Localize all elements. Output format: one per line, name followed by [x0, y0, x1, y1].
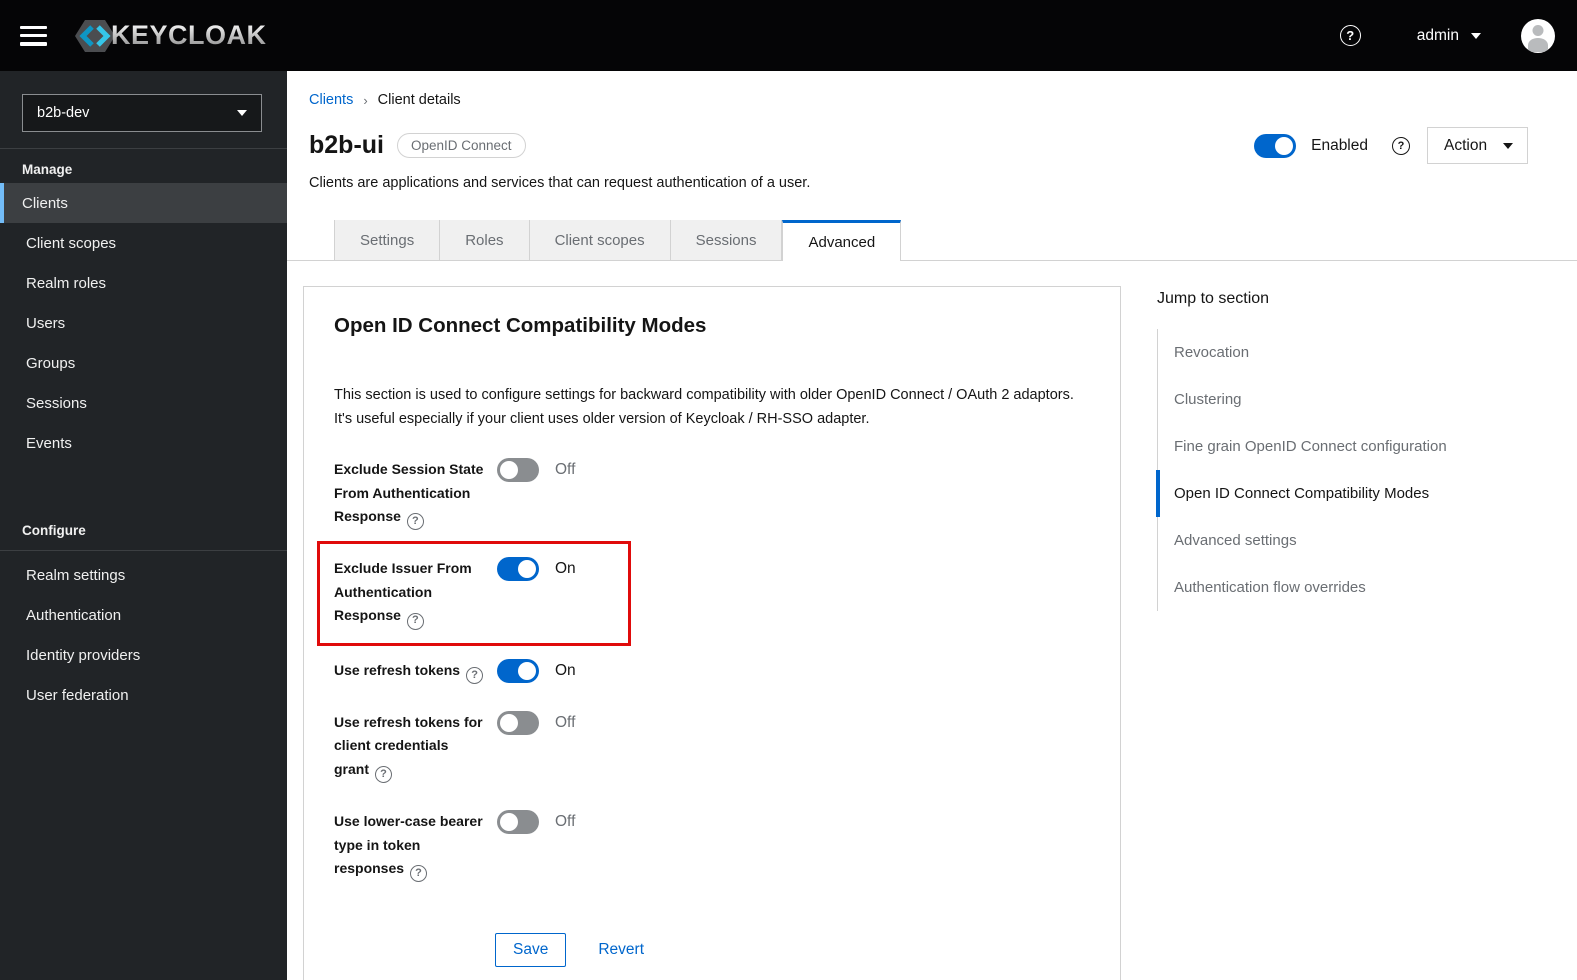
- toggle-exclude-session-state[interactable]: [497, 458, 539, 482]
- masthead: KEYCLOAK admin: [0, 0, 1577, 71]
- enabled-toggle[interactable]: [1254, 133, 1297, 158]
- toggle-state-label: On: [555, 661, 576, 679]
- enabled-label: Enabled: [1311, 136, 1368, 154]
- form-row-exclude-issuer: Exclude Issuer From Authentication Respo…: [317, 541, 631, 646]
- question-icon[interactable]: [406, 612, 424, 630]
- card-title: Open ID Connect Compatibility Modes: [334, 314, 707, 337]
- page-title: b2b-ui: [309, 131, 384, 159]
- toggle-state-label: On: [555, 560, 576, 578]
- caret-down-icon: [237, 110, 247, 116]
- sidebar-item-user-federation[interactable]: User federation: [0, 675, 287, 715]
- breadcrumb-current: Client details: [377, 92, 461, 108]
- tab-roles[interactable]: Roles: [440, 220, 530, 260]
- tab-settings[interactable]: Settings: [334, 220, 441, 260]
- tab-advanced[interactable]: Advanced: [782, 220, 902, 261]
- sidebar-item-realm-settings[interactable]: Realm settings: [0, 555, 287, 595]
- nav-section-configure: Configure: [22, 523, 86, 538]
- card-description: This section is used to configure settin…: [334, 387, 1074, 427]
- hamburger-menu-icon[interactable]: [20, 25, 47, 46]
- keycloak-logo: KEYCLOAK: [73, 14, 267, 58]
- sidebar-item-realm-roles[interactable]: Realm roles: [0, 263, 287, 303]
- breadcrumb-clients-link[interactable]: Clients: [309, 92, 353, 108]
- tab-sessions[interactable]: Sessions: [670, 220, 783, 260]
- avatar[interactable]: [1521, 18, 1555, 53]
- brand-name: KEYCLOAK: [111, 20, 267, 50]
- jump-link-clustering[interactable]: Clustering: [1158, 376, 1447, 423]
- toggle-lower-case-bearer[interactable]: [497, 810, 539, 834]
- sidebar-item-clients[interactable]: Clients: [0, 183, 287, 223]
- sidebar-item-client-scopes[interactable]: Client scopes: [0, 223, 287, 263]
- toggle-state-label: Off: [555, 813, 576, 830]
- help-icon[interactable]: [1339, 25, 1361, 46]
- jump-link-advanced-settings[interactable]: Advanced settings: [1158, 517, 1447, 564]
- sidebar-item-users[interactable]: Users: [0, 303, 287, 343]
- form-row-lower-case-bearer: Use lower-case bearer type in token resp…: [334, 810, 1096, 883]
- tab-client-scopes[interactable]: Client scopes: [529, 220, 671, 260]
- question-icon[interactable]: [466, 666, 484, 684]
- breadcrumb: Clients › Client details: [309, 92, 1528, 108]
- field-label: Use refresh tokens for client credential…: [334, 711, 486, 783]
- jump-link-fine-grain-oidc[interactable]: Fine grain OpenID Connect configuration: [1158, 423, 1447, 470]
- sidebar: b2b-dev Manage Clients Client scopes Rea…: [0, 71, 287, 980]
- action-dropdown-label: Action: [1444, 136, 1488, 154]
- sidebar-item-identity-providers[interactable]: Identity providers: [0, 635, 287, 675]
- toggle-state-label: Off: [555, 713, 576, 731]
- sidebar-item-sessions[interactable]: Sessions: [0, 383, 287, 423]
- form-row-exclude-session-state: Exclude Session State From Authenticatio…: [334, 458, 1096, 531]
- sidebar-divider: [0, 550, 287, 551]
- caret-down-icon: [1503, 142, 1513, 149]
- action-dropdown[interactable]: Action: [1427, 127, 1528, 164]
- realm-name: b2b-dev: [37, 105, 90, 121]
- jump-link-auth-flow-overrides[interactable]: Authentication flow overrides: [1158, 564, 1447, 611]
- field-label: Exclude Session State From Authenticatio…: [334, 458, 486, 531]
- sidebar-item-groups[interactable]: Groups: [0, 343, 287, 383]
- jump-to-section-panel: Jump to section Revocation Clustering Fi…: [1155, 286, 1447, 980]
- page-description: Clients are applications and services th…: [309, 175, 811, 191]
- protocol-badge: OpenID Connect: [397, 133, 526, 158]
- realm-selector[interactable]: b2b-dev: [22, 94, 262, 132]
- jump-to-section-title: Jump to section: [1157, 290, 1270, 307]
- field-label: Exclude Issuer From Authentication Respo…: [334, 557, 486, 630]
- revert-link[interactable]: Revert: [598, 941, 644, 959]
- sidebar-item-authentication[interactable]: Authentication: [0, 595, 287, 635]
- main-content: Clients › Client details b2b-ui OpenID C…: [287, 71, 1577, 980]
- question-icon[interactable]: [410, 865, 428, 883]
- toggle-exclude-issuer[interactable]: [497, 557, 539, 582]
- oidc-compatibility-card: Open ID Connect Compatibility Modes This…: [303, 286, 1121, 980]
- question-icon[interactable]: [1392, 136, 1410, 155]
- field-label: Use refresh tokens: [334, 659, 486, 684]
- question-icon[interactable]: [375, 766, 392, 783]
- form-row-refresh-tokens-client-credentials: Use refresh tokens for client credential…: [334, 710, 1096, 783]
- sidebar-item-events[interactable]: Events: [0, 423, 287, 463]
- username: admin: [1416, 26, 1459, 44]
- user-menu[interactable]: admin: [1417, 27, 1481, 45]
- breadcrumb-separator-icon: ›: [363, 92, 368, 108]
- question-icon[interactable]: [406, 513, 424, 531]
- toggle-use-refresh-tokens[interactable]: [497, 658, 539, 683]
- toggle-state-label: Off: [555, 461, 576, 478]
- tabs: Settings Roles Client scopes Sessions Ad…: [287, 220, 1577, 261]
- jump-link-revocation[interactable]: Revocation: [1158, 329, 1447, 376]
- caret-down-icon: [1471, 32, 1481, 39]
- save-button[interactable]: Save: [495, 933, 567, 968]
- nav-section-manage: Manage: [22, 162, 73, 177]
- jump-link-oidc-compatibility[interactable]: Open ID Connect Compatibility Modes: [1155, 470, 1447, 517]
- toggle-refresh-tokens-client-credentials[interactable]: [497, 710, 539, 735]
- field-label: Use lower-case bearer type in token resp…: [334, 810, 486, 883]
- form-row-use-refresh-tokens: Use refresh tokens On: [334, 658, 1096, 684]
